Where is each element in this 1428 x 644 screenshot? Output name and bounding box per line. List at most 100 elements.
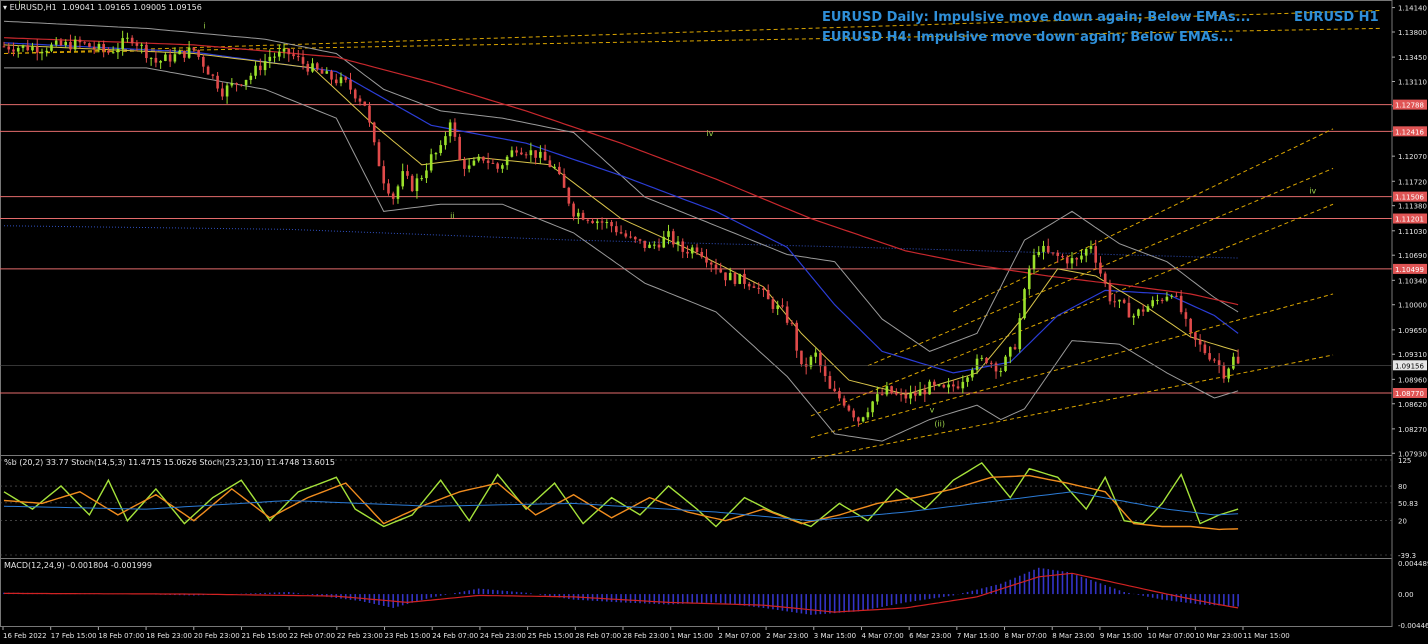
candle-body (629, 236, 632, 238)
macd-header: MACD(12,24,9) -0.001804 -0.001999 (4, 561, 152, 570)
candle-body (1018, 318, 1022, 350)
candle-body (301, 57, 305, 64)
candle-body (553, 166, 556, 168)
candle-body (1227, 368, 1230, 379)
candle-body (467, 165, 471, 169)
candle-body (448, 122, 452, 137)
title-h4: EURUSD H4: Impulsive move down again; Be… (822, 30, 1234, 45)
candle-body (795, 322, 798, 351)
candle-body (952, 384, 955, 387)
price-tick-label: 1.11380 (1398, 203, 1427, 211)
candle-body (852, 410, 855, 418)
candle-body (491, 162, 495, 164)
candle-body (168, 54, 172, 62)
candle-body (135, 43, 139, 46)
candle-body (529, 150, 533, 156)
candle-body (429, 154, 433, 171)
candle-body (311, 63, 314, 72)
candle-body (320, 69, 324, 74)
candle-body (1080, 255, 1083, 260)
osc-tick-label: 80 (1398, 483, 1407, 491)
candle-body (899, 394, 903, 396)
candle-body (1127, 302, 1131, 318)
candle-body (377, 142, 381, 167)
candle-body (876, 394, 879, 402)
candle-body (942, 384, 946, 388)
candle-body (482, 156, 485, 161)
candle-body (273, 56, 276, 58)
candle-body (738, 273, 742, 284)
candle-body (463, 159, 466, 169)
candle-body (558, 166, 561, 174)
candle-body (814, 352, 817, 357)
candle-body (1037, 251, 1041, 256)
wave-label: i (203, 21, 205, 30)
candle-body (306, 63, 310, 72)
candle-body (244, 79, 248, 86)
candle-body (980, 357, 984, 359)
price-tick-label: 1.10340 (1398, 277, 1427, 285)
candle-body (933, 381, 936, 386)
candle-body (615, 226, 618, 233)
candle-body (230, 83, 234, 86)
candle-body (686, 251, 689, 254)
time-tick-label: 1 Mar 15:00 (671, 632, 713, 640)
candle-body (415, 178, 419, 192)
candle-body (989, 362, 993, 364)
candle-body (866, 412, 870, 418)
time-tick-label: 3 Mar 15:00 (814, 632, 856, 640)
price-tick-label: 1.10690 (1398, 252, 1427, 260)
candle-body (762, 288, 765, 290)
candle-body (434, 153, 438, 155)
candle-body (591, 220, 594, 224)
candle-body (539, 151, 542, 158)
candle-body (54, 40, 58, 45)
candle-body (643, 240, 647, 248)
title-symbol-timeframe: EURUSD H1 (1294, 10, 1379, 25)
candle-body (994, 363, 998, 372)
candle-body (444, 136, 447, 146)
candle-body (572, 203, 575, 217)
osc-tick-label: 20 (1398, 518, 1407, 526)
candle-body (472, 160, 476, 166)
candle-body (73, 39, 77, 50)
candle-body (757, 287, 761, 289)
candle-body (116, 48, 120, 53)
candle-body (282, 48, 286, 52)
time-tick-label: 24 Feb 07:00 (432, 632, 478, 640)
candle-body (785, 306, 789, 323)
candle-body (344, 77, 348, 80)
candle-body (985, 357, 988, 363)
time-tick-label: 21 Feb 15:00 (241, 632, 287, 640)
macd-tick-label: 0.004489 (1398, 560, 1428, 568)
candle-body (842, 398, 846, 406)
candle-body (515, 150, 518, 153)
time-tick-label: 4 Mar 07:00 (861, 632, 903, 640)
candle-body (7, 46, 11, 50)
candle-body (1075, 258, 1079, 260)
time-tick-label: 11 Mar 15:00 (1243, 632, 1290, 640)
candle-body (368, 105, 371, 123)
price-tick-label: 1.14140 (1398, 5, 1427, 13)
candle-body (216, 75, 219, 89)
candle-body (890, 386, 893, 394)
candle-body (1094, 246, 1098, 263)
candle-body (548, 160, 552, 167)
chart-window[interactable]: i i ii iv v (ii) iv 1.14140 1.13800 1.13450 1.131… (0, 0, 1428, 644)
candle-body (1042, 245, 1045, 252)
chart-svg[interactable]: iiiiivv(ii)iv 1.141401.138001.134501.131… (0, 0, 1428, 644)
price-tick-label: 1.08270 (1398, 426, 1427, 434)
candle-body (69, 41, 72, 50)
candle-body (743, 273, 746, 284)
candle-body (619, 232, 623, 234)
candle-body (97, 43, 101, 49)
title-daily: EURUSD Daily: Impulsive move down again;… (822, 10, 1251, 25)
candle-body (496, 163, 499, 169)
time-tick-label: 10 Mar 07:00 (1148, 632, 1195, 640)
candle-body (847, 405, 851, 411)
candle-body (353, 89, 357, 99)
time-tick-label: 17 Feb 15:00 (51, 632, 97, 640)
candle-body (391, 193, 395, 199)
price-tick-label: 1.11030 (1398, 228, 1427, 236)
candle-body (183, 50, 186, 58)
